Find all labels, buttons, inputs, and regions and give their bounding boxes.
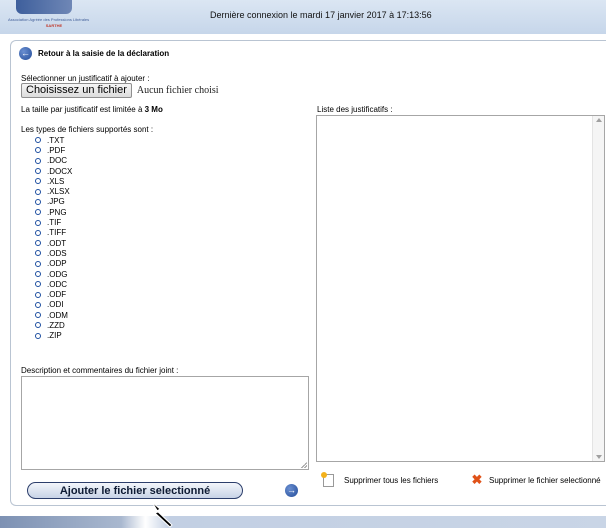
file-type-item: .ZIP xyxy=(35,331,72,341)
file-type-label: .JPG xyxy=(47,197,65,207)
delete-selected-label: Supprimer le fichier selectionné xyxy=(489,475,601,485)
radio-icon xyxy=(35,271,41,277)
file-type-item: .DOCX xyxy=(35,166,72,176)
supported-types-label: Les types de fichiers supportés sont : xyxy=(21,125,154,134)
file-type-item: .ZZD xyxy=(35,320,72,330)
file-list-title: Liste des justificatifs : xyxy=(317,105,393,114)
radio-icon xyxy=(35,137,41,144)
file-type-label: .ODC xyxy=(47,279,67,289)
red-x-icon: ✖ xyxy=(471,472,483,487)
radio-icon xyxy=(35,229,41,236)
radio-icon xyxy=(35,209,41,216)
radio-icon xyxy=(35,147,41,154)
radio-icon xyxy=(35,250,41,257)
footer-bar xyxy=(0,516,606,528)
arrow-right-icon[interactable]: → xyxy=(285,484,298,497)
file-type-item: .ODP xyxy=(35,259,72,269)
file-list-box[interactable] xyxy=(316,115,605,462)
delete-all-files-button[interactable]: Supprimer tous les fichiers xyxy=(321,472,439,487)
add-selected-file-button[interactable]: Ajouter le fichier selectionné xyxy=(27,482,243,499)
organization-logo: Association Agréée des Professions Libér… xyxy=(8,0,100,32)
logo-org-name: Association Agréée des Professions Libér… xyxy=(8,17,90,22)
file-type-label: .PDF xyxy=(47,145,66,155)
choose-file-button[interactable]: Choisissez un fichier xyxy=(21,83,132,98)
radio-icon xyxy=(35,281,41,288)
file-type-label: .ODP xyxy=(47,259,67,269)
radio-icon xyxy=(35,291,41,298)
file-type-item: .XLSX xyxy=(35,186,72,196)
file-type-label: .ODF xyxy=(47,290,67,300)
file-type-item: .ODF xyxy=(35,289,72,299)
resize-grip-icon[interactable] xyxy=(301,462,307,468)
scroll-up-arrow-icon[interactable] xyxy=(596,118,602,122)
back-link-label: Retour à la saisie de la déclaration xyxy=(38,49,170,58)
radio-icon xyxy=(35,157,41,164)
last-login-text: Dernière connexion le mardi 17 janvier 2… xyxy=(210,10,432,20)
logo-dept-name: SARTHE xyxy=(45,23,63,28)
file-type-item: .ODT xyxy=(35,238,72,248)
radio-icon xyxy=(35,312,41,319)
file-type-item: .ODC xyxy=(35,279,72,289)
description-textarea[interactable] xyxy=(21,376,309,470)
file-type-label: .ODM xyxy=(47,310,68,320)
file-type-item: .TXT xyxy=(35,135,72,145)
radio-icon xyxy=(35,178,41,185)
delete-selected-file-button[interactable]: ✖ Supprimer le fichier selectionné xyxy=(471,472,601,487)
back-to-declaration-link[interactable]: ← Retour à la saisie de la déclaration xyxy=(19,47,169,60)
supported-types-list: .TXT .PDF .DOC .DOCX .XLS .XLSX .JPG .PNG .TIF .T… xyxy=(35,135,72,341)
document-icon xyxy=(321,472,334,487)
top-header-bar: Association Agréée des Professions Libér… xyxy=(0,0,606,34)
file-type-label: .ODS xyxy=(47,248,67,258)
mouse-cursor-icon xyxy=(151,501,173,528)
radio-icon xyxy=(35,198,41,205)
file-type-label: .ZZD xyxy=(47,320,65,330)
file-type-item: .PNG xyxy=(35,207,72,217)
file-type-label: .TIF xyxy=(47,218,62,228)
file-type-item: .ODS xyxy=(35,248,72,258)
file-type-item: .TIF xyxy=(35,217,72,227)
arrow-left-icon: ← xyxy=(19,47,32,60)
delete-all-label: Supprimer tous les fichiers xyxy=(344,476,439,485)
select-file-label: Sélectionner un justificatif à ajouter : xyxy=(21,74,150,83)
scroll-down-arrow-icon[interactable] xyxy=(596,455,602,459)
file-type-label: .XLS xyxy=(47,176,65,186)
radio-icon xyxy=(35,332,41,339)
file-type-item: .XLS xyxy=(35,176,72,186)
file-type-label: .XLSX xyxy=(47,187,70,197)
no-file-chosen-text: Aucun fichier choisi xyxy=(136,85,219,96)
file-type-item: .ODM xyxy=(35,310,72,320)
radio-icon xyxy=(35,219,41,226)
radio-icon xyxy=(35,260,41,267)
file-type-item: .TIFF xyxy=(35,228,72,238)
file-type-label: .ODT xyxy=(47,238,67,248)
file-type-label: .ODG xyxy=(47,269,68,279)
size-limit-text: La taille par justificatif est limitée à… xyxy=(21,105,163,114)
file-type-label: .DOC xyxy=(47,156,67,166)
file-type-label: .ODI xyxy=(47,300,64,310)
radio-icon xyxy=(35,301,41,308)
file-type-label: .ZIP xyxy=(47,331,62,341)
file-type-item: .PDF xyxy=(35,145,72,155)
file-picker: Choisissez un fichier Aucun fichier choi… xyxy=(21,83,219,98)
file-type-label: .PNG xyxy=(47,207,67,217)
logo-mark xyxy=(16,0,72,14)
file-type-label: .TIFF xyxy=(47,228,67,238)
file-type-item: .ODI xyxy=(35,300,72,310)
file-type-item: .JPG xyxy=(35,197,72,207)
file-type-item: .DOC xyxy=(35,156,72,166)
upload-panel: ← Retour à la saisie de la déclaration S… xyxy=(10,40,606,506)
file-type-label: .TXT xyxy=(47,135,65,145)
radio-icon xyxy=(35,240,41,247)
file-type-label: .DOCX xyxy=(47,166,73,176)
file-list-scrollbar[interactable] xyxy=(592,116,604,461)
description-label: Description et commentaires du fichier j… xyxy=(21,366,179,375)
file-type-item: .ODG xyxy=(35,269,72,279)
radio-icon xyxy=(35,168,41,175)
radio-icon xyxy=(35,188,41,195)
radio-icon xyxy=(35,322,41,329)
